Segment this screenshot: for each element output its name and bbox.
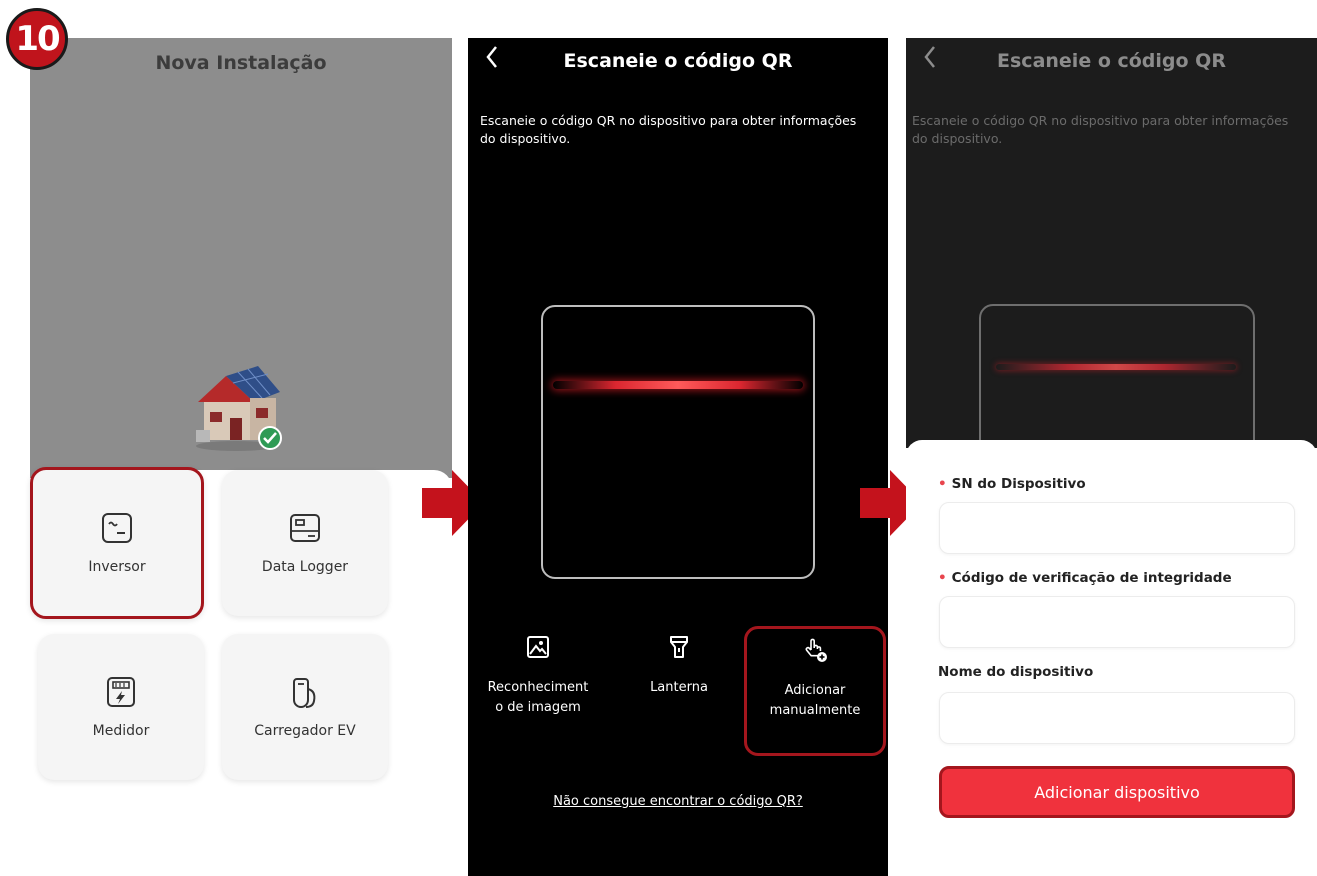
tile-label: Data Logger (261, 559, 349, 575)
integrity-code-input[interactable] (939, 596, 1295, 648)
device-type-data-logger-tile[interactable]: Data Logger (222, 470, 388, 616)
add-device-button[interactable]: Adicionar dispositivo (939, 766, 1295, 818)
image-icon (527, 636, 549, 658)
device-sn-input[interactable] (939, 502, 1295, 554)
qr-scan-screen: Escaneie o código QR Escaneie o código Q… (468, 38, 888, 876)
action-label: Reconheciment (487, 680, 589, 695)
action-label: o de imagem (495, 700, 581, 715)
tile-label: Carregador EV (254, 723, 356, 739)
flashlight-button[interactable]: Lanterna (614, 634, 744, 698)
solar-house-illustration-icon (196, 366, 282, 451)
step-number-badge: 10 (6, 8, 68, 70)
tile-label: Inversor (88, 559, 146, 575)
scan-laser-line (553, 381, 803, 389)
device-type-inverter-tile[interactable]: Inversor (30, 467, 204, 619)
image-recognition-button[interactable]: Reconheciment o de imagem (474, 634, 602, 718)
device-type-ev-charger-tile[interactable]: Carregador EV (222, 634, 388, 780)
device-type-meter-tile[interactable]: Medidor (38, 634, 204, 780)
page-title: Escaneie o código QR (997, 50, 1226, 72)
device-name-input[interactable] (939, 692, 1295, 744)
data-logger-icon (290, 514, 320, 542)
add-manually-button[interactable]: Adicionar manualmente (744, 626, 886, 756)
page-title: Escaneie o código QR (563, 50, 793, 72)
cannot-find-qr-link[interactable]: Não consegue encontrar o código QR? (468, 794, 888, 809)
scan-frame (541, 305, 815, 579)
action-label: Adicionar (784, 683, 846, 698)
tile-label: Medidor (92, 723, 150, 739)
inverter-icon (102, 513, 132, 543)
meter-icon (107, 677, 135, 707)
action-label: manualmente (769, 703, 861, 718)
scan-laser-line (996, 364, 1236, 370)
scan-instructions: Escaneie o código QR no dispositivo para… (480, 113, 857, 146)
action-label: Lanterna (650, 680, 708, 695)
manual-add-screen: Escaneie o código QR Escaneie o código Q… (906, 38, 1317, 876)
hand-pointer-add-icon (805, 638, 827, 662)
device-name-label: Nome do dispositivo (938, 664, 1094, 680)
page-title: Nova Instalação (155, 52, 327, 74)
integrity-code-label: • Código de verificação de integridade (938, 570, 1232, 586)
ev-charger-icon (293, 678, 316, 708)
flashlight-icon (670, 636, 688, 658)
scan-instructions: Escaneie o código QR no dispositivo para… (912, 113, 1289, 146)
sn-field-label: • SN do Dispositivo (938, 476, 1086, 492)
